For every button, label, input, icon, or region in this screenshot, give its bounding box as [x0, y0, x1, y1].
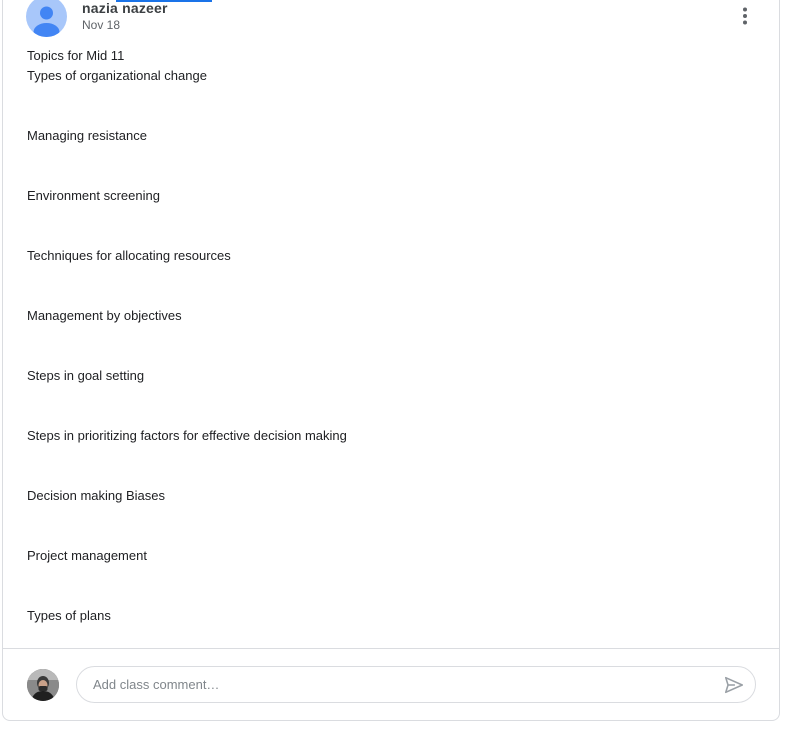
user-photo-avatar: [27, 669, 59, 701]
topic-item: Environment screening: [27, 188, 160, 203]
topic-item: Types of organizational change: [27, 68, 207, 83]
comment-box: [76, 666, 756, 703]
topic-item: Management by objectives: [27, 308, 182, 323]
topic-item: Steps in prioritizing factors for effect…: [27, 428, 347, 443]
post-body: Topics for Mid 11 Types of organizationa…: [27, 46, 747, 626]
topic-item: Decision making Biases: [27, 488, 166, 503]
more-vert-icon: [743, 7, 747, 25]
author-name[interactable]: nazia nazeer: [82, 0, 168, 16]
post-date: Nov 18: [82, 18, 121, 32]
send-comment-button[interactable]: [723, 674, 745, 696]
topic-item: Techniques for allocating resources: [27, 248, 231, 263]
comment-divider: [3, 648, 780, 649]
topic-item: Steps in goal setting: [27, 368, 145, 383]
more-options-button[interactable]: [729, 0, 761, 32]
add-class-comment-input[interactable]: [91, 668, 695, 701]
topic-item: Project management: [27, 548, 147, 563]
post-title-line: Topics for Mid 11: [27, 48, 125, 63]
send-icon: [724, 676, 744, 694]
current-user-avatar[interactable]: [27, 669, 59, 701]
topic-item: Types of plans: [27, 608, 111, 623]
topic-item: Managing resistance: [27, 128, 147, 143]
